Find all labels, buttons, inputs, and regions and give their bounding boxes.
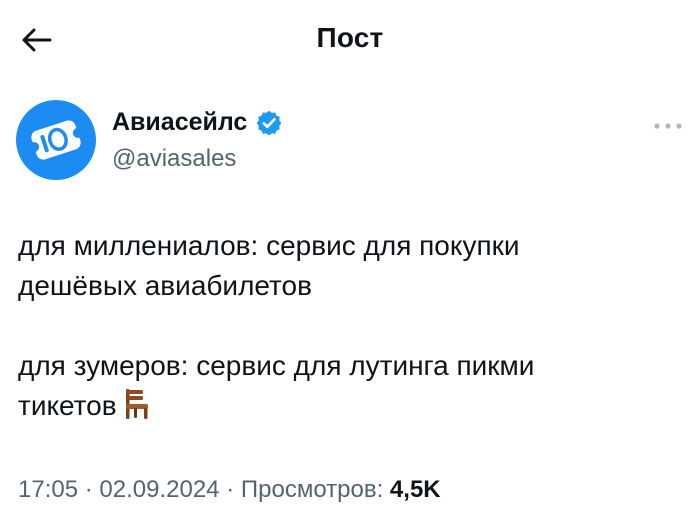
post-meta: 17:05 · 02.09.2024 · Просмотров: 4,5K: [18, 476, 441, 504]
views-label: Просмотров:: [240, 476, 384, 503]
verified-badge-icon: [256, 110, 282, 135]
author-name-label: Авиасейлс: [112, 108, 248, 136]
post-line: для миллениалов: сервис для покупки: [18, 230, 520, 261]
post-line: для зумеров: сервис для лутинга пикми: [18, 350, 535, 381]
meta-separator: ·: [226, 476, 235, 503]
meta-separator: ·: [84, 476, 93, 503]
aviasales-logo-icon: [29, 120, 83, 160]
post-line: тикетов: [18, 390, 117, 421]
avatar[interactable]: [16, 100, 96, 180]
post-time[interactable]: 17:05: [18, 476, 78, 503]
post-line-with-emoji: тикетов: [18, 386, 678, 426]
author-handle[interactable]: @aviasales: [112, 145, 236, 173]
more-horizontal-icon: [654, 123, 682, 129]
author-name[interactable]: Авиасейлс: [112, 108, 283, 137]
views-count[interactable]: 4,5K: [390, 476, 441, 503]
post-text: для миллениалов: сервис для покупки дешё…: [18, 226, 678, 426]
post-date[interactable]: 02.09.2024: [99, 476, 219, 503]
post-line: дешёвых авиабилетов: [18, 270, 312, 301]
chair-icon: [125, 389, 148, 419]
more-options-button[interactable]: [648, 116, 688, 136]
page-title: Пост: [316, 22, 384, 53]
post-header: Пост: [0, 0, 700, 84]
